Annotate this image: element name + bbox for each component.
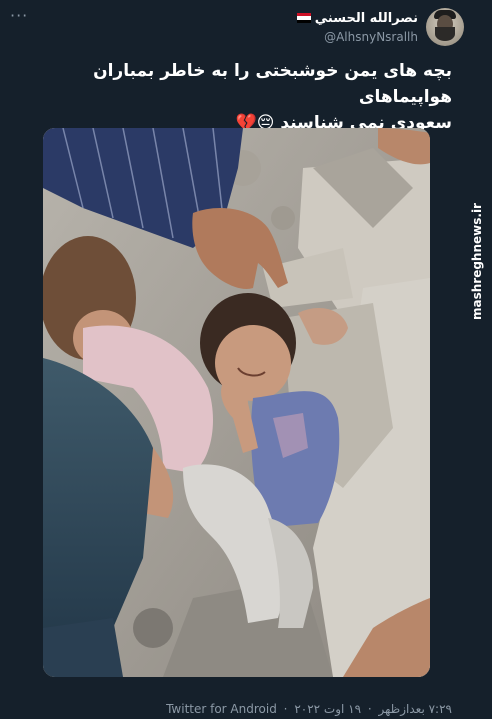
tweet-time[interactable]: ۷:۲۹ بعدازظهر	[379, 702, 452, 716]
tweet-date[interactable]: ۱۹ اوت ۲۰۲۲	[294, 702, 361, 716]
user-block[interactable]: نصرالله الحسني @AlhsnyNsrallh	[293, 11, 418, 44]
tweet-text-line-1: بچه های یمن خوشبختی را به خاطر بمباران ه…	[93, 61, 452, 107]
separator: ·	[367, 702, 372, 716]
tweet-footer: ۷:۲۹ بعدازظهر · ۱۹ اوت ۲۰۲۲ · Twitter fo…	[166, 702, 452, 716]
tweet-source[interactable]: Twitter for Android	[166, 702, 277, 716]
tweet-text: بچه های یمن خوشبختی را به خاطر بمباران ه…	[32, 58, 452, 136]
watermark: mashreghnews.ir	[470, 203, 484, 320]
display-name[interactable]: نصرالله الحسني	[315, 11, 418, 26]
tweet-photo[interactable]	[43, 128, 430, 677]
tweet-header: نصرالله الحسني @AlhsnyNsrallh	[293, 8, 464, 46]
yemen-flag-icon	[296, 13, 311, 23]
photo-illustration	[43, 128, 430, 677]
avatar[interactable]	[426, 8, 464, 46]
separator: ·	[283, 702, 288, 716]
display-name-row: نصرالله الحسني	[293, 11, 418, 26]
more-options-icon[interactable]: ···	[10, 6, 28, 25]
user-handle[interactable]: @AlhsnyNsrallh	[324, 30, 418, 44]
